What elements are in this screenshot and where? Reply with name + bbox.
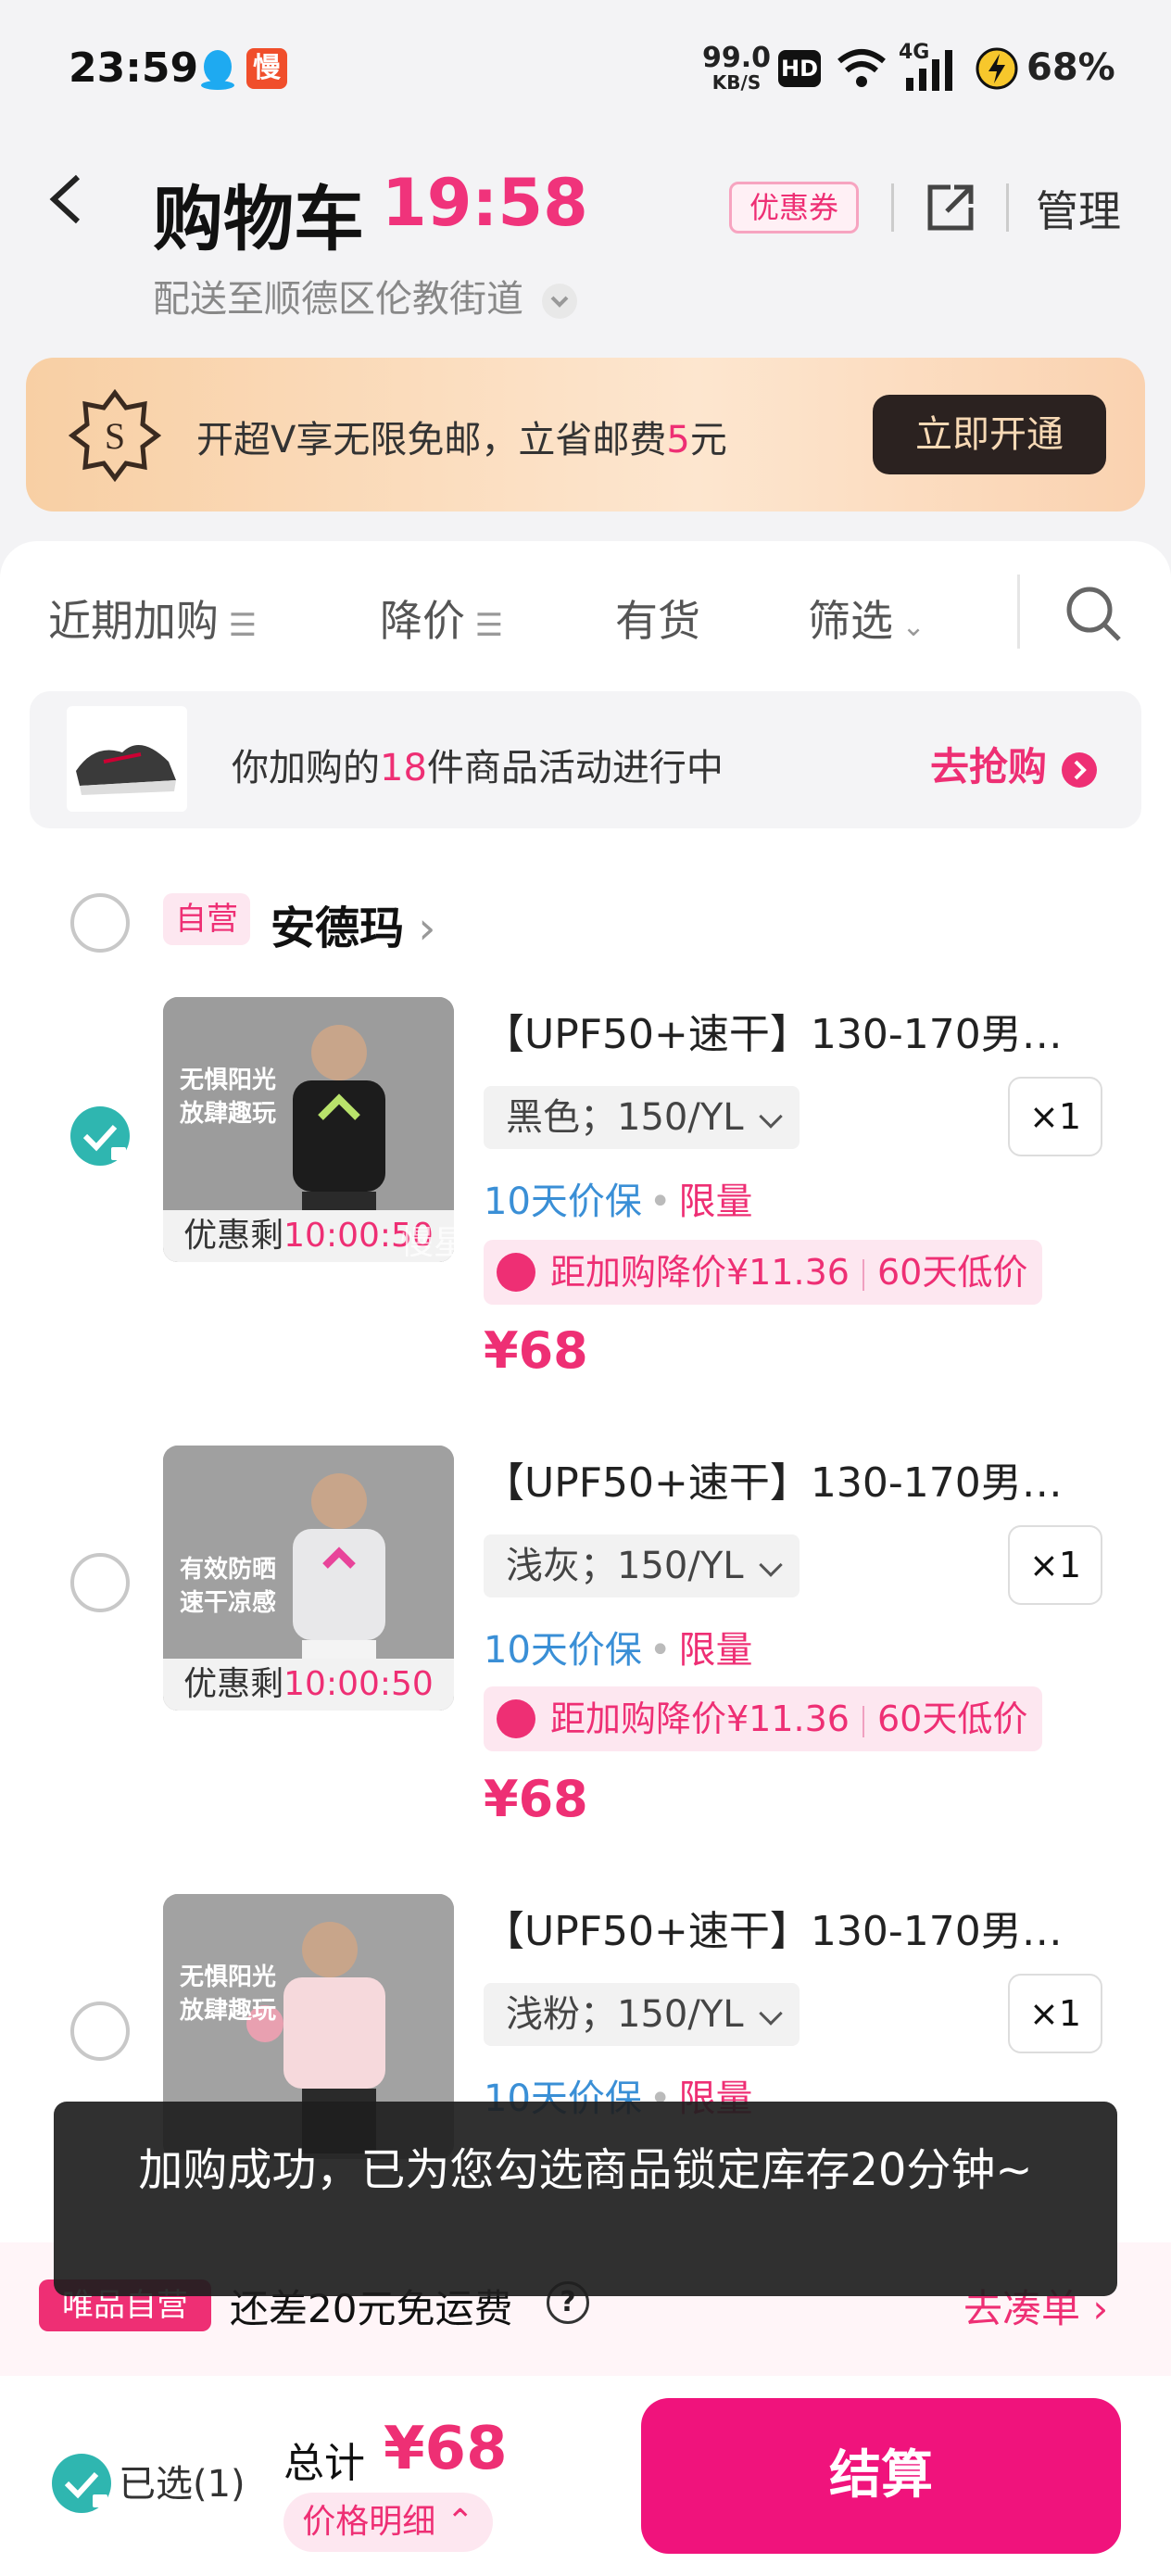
chevron-down-icon (541, 284, 577, 319)
product-image-badge: 无惧阳光 放肆趣玩 (180, 1067, 277, 1128)
spec-selector[interactable]: 浅粉；150/YL (484, 1983, 800, 2046)
discount-countdown: 优惠剩10:00:50 (163, 1659, 454, 1711)
chevron-down-icon (758, 1553, 783, 1577)
checkout-button[interactable]: 结算 (641, 2398, 1121, 2554)
qq-icon (201, 50, 234, 90)
selected-count: 已选(1) (119, 2463, 246, 2506)
battery-level: 68% (1026, 46, 1115, 89)
rush-buy-link[interactable]: 去抢购 (930, 736, 1098, 792)
cart-timer: 19:58 (382, 165, 588, 241)
price-detail-button[interactable]: 价格明细 ⌃ (283, 2493, 493, 2552)
chevron-down-icon (758, 1105, 783, 1129)
vip-banner-text: 开超V享无限免邮，立省邮费5元 (196, 419, 727, 461)
quantity-selector[interactable]: ×1 (1008, 1077, 1102, 1156)
wifi-icon (837, 49, 886, 87)
store-select-checkbox[interactable] (70, 893, 130, 953)
total-price: ¥68 (384, 2415, 508, 2483)
chevron-down-icon (758, 2001, 783, 2026)
product-image[interactable]: 有效防晒 速干凉感 优惠剩10:00:50 (163, 1446, 454, 1711)
item-select-checkbox[interactable] (70, 1553, 130, 1612)
quantity-selector[interactable]: ×1 (1008, 1974, 1102, 2053)
battery-charging-icon (976, 47, 1018, 90)
price-drop-tag: 距加购降价¥11.36 60天低价 (484, 1240, 1043, 1305)
status-time: 23:59 (69, 44, 199, 92)
product-price: ¥68 (484, 1321, 588, 1380)
spec-selector[interactable]: 黑色；150/YL (484, 1086, 800, 1149)
item-select-checkbox[interactable] (70, 1106, 130, 1166)
filter-divider (1017, 575, 1020, 649)
arrow-right-circle-icon (1061, 751, 1097, 788)
filter-in-stock[interactable]: 有货 (615, 587, 700, 649)
signal-icon (906, 50, 952, 91)
header-divider (891, 183, 894, 232)
header-divider (1006, 183, 1009, 232)
product-title[interactable]: 【UPF50+速干】130-170男… (484, 1001, 1063, 1060)
app-notification-icon: 慢 (246, 48, 287, 89)
svip-badge-icon: S (69, 389, 161, 482)
filter-price-drop[interactable]: 降价 ☰ (380, 587, 503, 649)
vip-banner[interactable]: S 开超V享无限免邮，立省邮费5元 立即开通 (26, 358, 1145, 511)
store-name[interactable]: 安德玛 › (271, 891, 435, 956)
spec-selector[interactable]: 浅灰；150/YL (484, 1534, 800, 1597)
check-lock-icon (64, 2471, 107, 2507)
checkout-bar: 已选(1) 总计 ¥68 价格明细 ⌃ 结算 (0, 2376, 1171, 2576)
page-title: 购物车 (153, 178, 364, 260)
product-price: ¥68 (484, 1770, 588, 1828)
hd-icon: HD (778, 50, 821, 87)
share-icon[interactable] (923, 180, 978, 235)
check-lock-icon (82, 1124, 126, 1160)
svg-text:S: S (105, 415, 125, 457)
price-guarantee: 10天价保 • 限量 (484, 1629, 753, 1672)
toast-message: 加购成功，已为您勾选商品锁定库存20分钟~ (54, 2102, 1117, 2296)
coupon-button[interactable]: 优惠券 (729, 182, 859, 234)
activity-promo-bar[interactable]: 你加购的18件商品活动进行中 去抢购 (30, 691, 1141, 828)
quantity-selector[interactable]: ×1 (1008, 1525, 1102, 1605)
open-vip-button[interactable]: 立即开通 (873, 395, 1106, 474)
status-bar: 23:59 慢 99.0 KB/S HD 4G 68% (0, 0, 1171, 139)
product-title[interactable]: 【UPF50+速干】130-170男… (484, 1449, 1063, 1509)
activity-promo-text: 你加购的18件商品活动进行中 (232, 747, 724, 789)
price-drop-tag: 距加购降价¥11.36 60天低价 (484, 1686, 1043, 1751)
self-operated-tag: 自营 (163, 893, 250, 945)
select-all-checkbox[interactable] (52, 2454, 111, 2513)
product-image-badge: 无惧阳光 放肆趣玩 (180, 1964, 277, 2025)
manage-button[interactable]: 管理 (1036, 178, 1121, 239)
back-icon[interactable] (46, 171, 83, 227)
price-drop-icon (497, 1253, 535, 1292)
net-speed: 99.0 KB/S (702, 42, 772, 95)
product-title[interactable]: 【UPF50+速干】130-170男… (484, 1898, 1063, 1957)
price-drop-icon (497, 1699, 535, 1738)
filter-more[interactable]: 筛选 ⌄ (808, 587, 925, 649)
delivery-address-text: 配送至顺德区伦教街道 (153, 278, 523, 321)
search-icon[interactable] (1064, 584, 1125, 645)
filter-recent[interactable]: 近期加购 ☰ (48, 587, 257, 649)
total-label: 总计 (283, 2440, 365, 2487)
product-image-badge: 有效防晒 速干凉感 (180, 1556, 277, 1617)
product-thumbnail (67, 706, 187, 812)
sneaker-image (76, 745, 176, 795)
item-select-checkbox[interactable] (70, 2001, 130, 2061)
delivery-address[interactable]: 配送至顺德区伦教街道 (153, 269, 578, 322)
